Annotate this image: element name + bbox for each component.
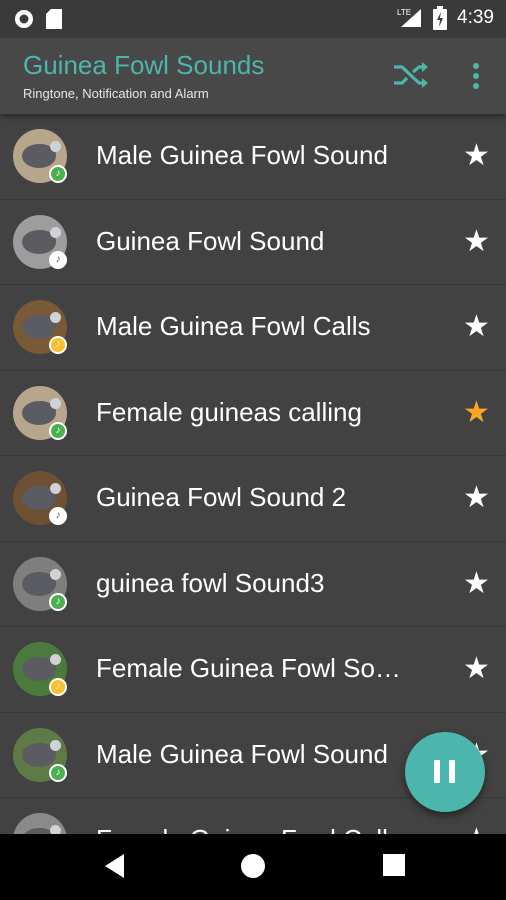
- app-bar: Guinea Fowl Sounds Ringtone, Notificatio…: [0, 38, 506, 114]
- sound-row[interactable]: ♪ guinea fowl Sound3 ★: [0, 542, 506, 627]
- network-type-label: LTE: [397, 8, 411, 17]
- music-note-icon: ♪: [49, 250, 67, 269]
- sound-title: Guinea Fowl Sound 2: [96, 482, 347, 512]
- status-bar: LTE 4:39: [0, 0, 506, 38]
- recents-icon[interactable]: [383, 854, 405, 876]
- clock: 4:39: [457, 7, 494, 28]
- favorite-star-icon[interactable]: ★: [463, 139, 490, 173]
- sound-row[interactable]: ♪ Male Guinea Fowl Calls ★: [0, 285, 506, 371]
- sound-list: ♪ Male Guinea Fowl Sound ★ ♪ Guinea Fowl Sou…: [0, 114, 506, 834]
- music-note-icon: ♪: [49, 763, 67, 782]
- sound-title: Female guineas calling: [96, 396, 362, 427]
- sound-row[interactable]: ♪ Guinea Fowl Sound ★: [0, 200, 506, 285]
- music-note-icon: ♪: [49, 678, 67, 696]
- battery-icon: [433, 6, 448, 30]
- app-title: Guinea Fowl Sounds: [23, 50, 265, 80]
- sound-title: Male Guinea Fowl Sound: [96, 738, 388, 769]
- music-note-icon: ♪: [49, 507, 67, 525]
- back-icon[interactable]: [102, 852, 126, 880]
- favorite-star-icon[interactable]: ★: [463, 652, 490, 686]
- music-note-icon: ♪: [49, 336, 67, 354]
- sound-row[interactable]: ♪ Guinea Fowl Sound 2 ★: [0, 456, 506, 542]
- sound-thumbnail: [13, 813, 67, 834]
- favorite-star-icon[interactable]: ★: [463, 396, 490, 430]
- app-subtitle: Ringtone, Notification and Alarm: [23, 86, 209, 101]
- pause-button[interactable]: [405, 732, 485, 812]
- favorite-star-icon[interactable]: ★: [463, 310, 490, 344]
- sound-title: guinea fowl Sound3: [96, 567, 325, 598]
- sync-notification-icon: [15, 10, 33, 28]
- sound-title: Guinea Fowl Sound: [96, 225, 325, 256]
- home-icon[interactable]: [240, 853, 266, 879]
- sd-card-icon: [46, 9, 62, 29]
- sound-row[interactable]: ♪ Male Guinea Fowl Sound ★: [0, 114, 506, 200]
- signal-icon: LTE: [397, 8, 422, 27]
- music-note-icon: ♪: [49, 592, 67, 611]
- navigation-bar: [0, 834, 506, 900]
- shuffle-icon[interactable]: [392, 60, 430, 90]
- sound-title: Male Guinea Fowl Calls: [96, 311, 371, 341]
- favorite-star-icon[interactable]: ★: [463, 225, 490, 259]
- sound-title: Female Guinea Fowl Sound: [96, 653, 412, 683]
- sound-row[interactable]: ♪ Female guineas calling ★: [0, 371, 506, 456]
- favorite-star-icon[interactable]: ★: [463, 567, 490, 601]
- sound-title: Male Guinea Fowl Sound: [96, 140, 388, 170]
- sound-title: Female Guinea Fowl Call: [96, 824, 412, 834]
- favorite-star-icon[interactable]: ★: [463, 481, 490, 515]
- more-vert-icon[interactable]: [466, 60, 486, 92]
- music-note-icon: ♪: [49, 421, 67, 440]
- sound-row[interactable]: ♪ Female Guinea Fowl Sound ★: [0, 627, 506, 713]
- favorite-star-icon[interactable]: ★: [463, 823, 490, 834]
- music-note-icon: ♪: [49, 165, 67, 183]
